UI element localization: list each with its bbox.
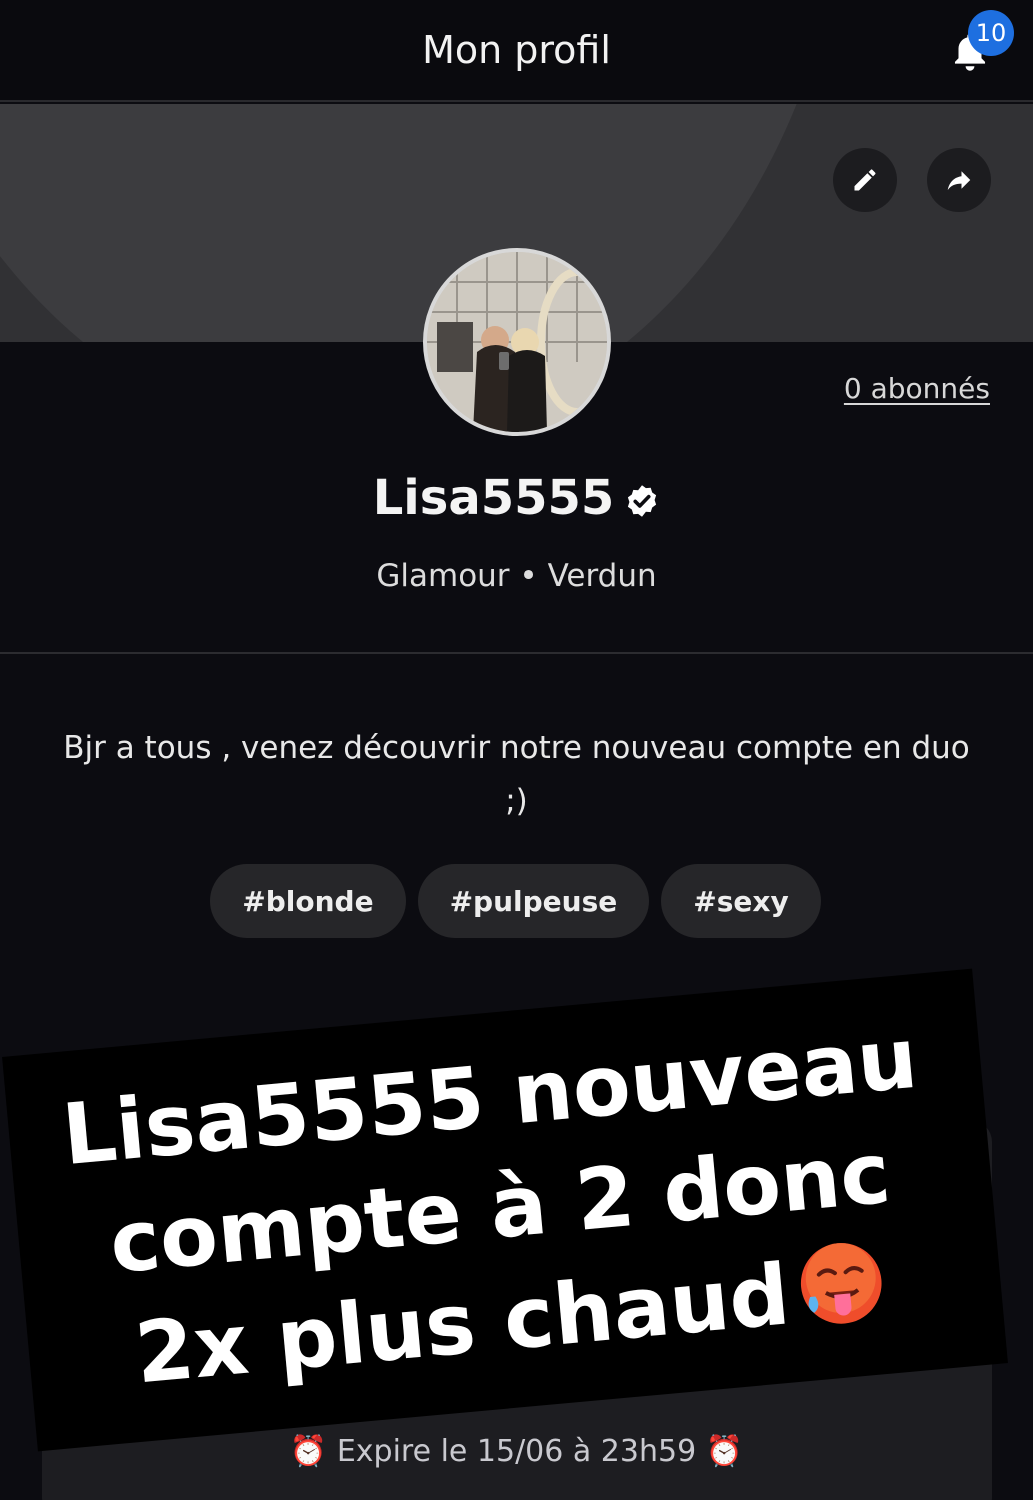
tag-chip[interactable]: #pulpeuse [417, 864, 650, 938]
edit-button[interactable] [833, 148, 897, 212]
alarm-clock-icon: ⏰ [289, 1434, 328, 1469]
avatar[interactable] [423, 248, 611, 436]
expire-text: Expire le 15/06 à 23h59 [336, 1434, 697, 1469]
category: Glamour [376, 558, 510, 594]
tag-list: #blonde #pulpeuse #sexy [0, 864, 1033, 938]
username-row: Lisa5555 [0, 470, 1033, 526]
expire-row: ⏰ Expire le 15/06 à 23h59 ⏰ [0, 1434, 1033, 1469]
card-accent-bar [72, 1330, 90, 1422]
city: Verdun [547, 558, 657, 594]
edit-icon [854, 169, 876, 191]
top-bar: Mon profil 10 [0, 0, 1033, 102]
page-title: Mon profil [422, 28, 611, 72]
share-button[interactable] [927, 148, 991, 212]
username: Lisa5555 [372, 470, 615, 526]
followers-link[interactable]: 0 abonnés [844, 372, 990, 405]
notification-badge: 10 [968, 10, 1014, 56]
share-icon [947, 171, 971, 190]
verified-icon [628, 485, 657, 517]
cover-decoration [0, 104, 850, 342]
category-location: Glamour • Verdun [0, 558, 1033, 594]
tag-chip[interactable]: #blonde [210, 864, 406, 938]
separator: • [519, 558, 538, 594]
alarm-clock-icon: ⏰ [705, 1434, 744, 1469]
divider [0, 652, 1033, 654]
bio-text: Bjr a tous , venez découvrir notre nouve… [63, 730, 970, 819]
tag-chip[interactable]: #sexy [661, 864, 821, 938]
